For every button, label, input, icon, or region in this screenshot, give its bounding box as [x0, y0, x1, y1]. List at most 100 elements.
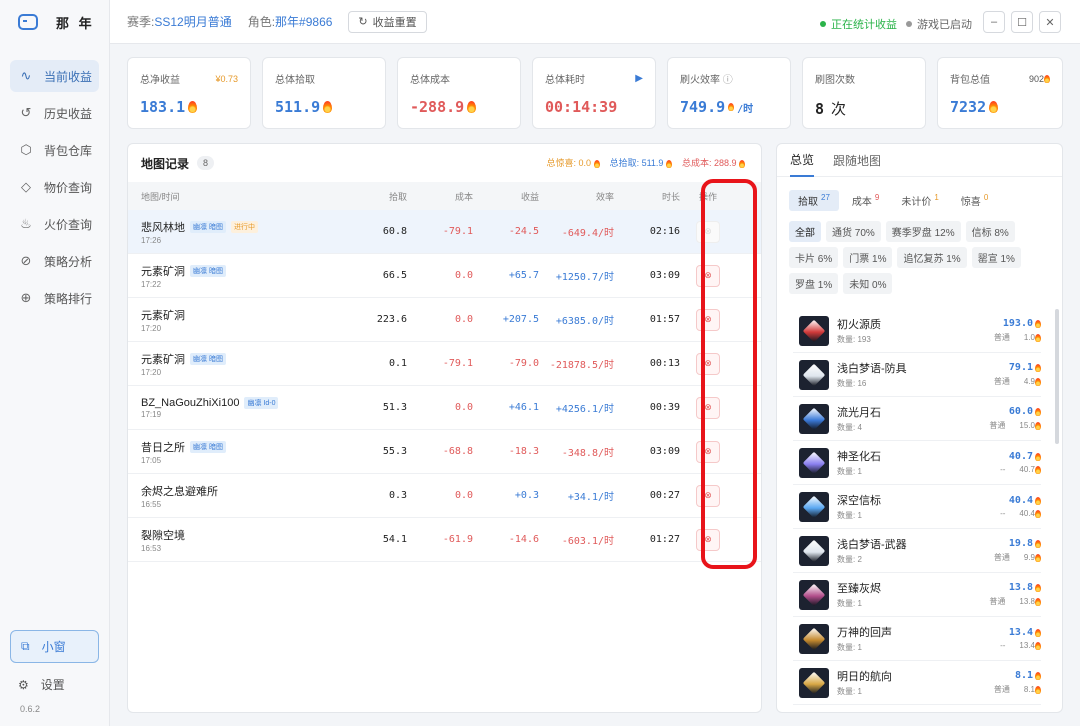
item-icon — [799, 535, 829, 566]
minimize-button[interactable]: – — [983, 11, 1005, 33]
sidebar-item-6[interactable]: ⊕ 策略排行 — [10, 282, 99, 314]
season-value[interactable]: SS12明月普通 — [154, 13, 231, 30]
item-value: 8.1 — [1014, 670, 1033, 681]
item-value: 13.8 — [1008, 582, 1033, 593]
delete-record-button[interactable]: ⊗ — [696, 484, 720, 507]
tab-0[interactable]: 总览 — [790, 144, 815, 177]
subtab-3[interactable]: 惊喜 0 — [952, 190, 997, 211]
tab-1[interactable]: 跟随地图 — [833, 144, 881, 177]
subtab-label: 惊喜 — [960, 197, 981, 208]
category-filters: 全部 通货 70% 赛季罗盘 12% 信标 8% 卡片 6% 门票 1% 追忆复苏 1% 罂宣… — [777, 211, 1047, 294]
list-item[interactable]: 至臻灰烬 数量: 1 13.8 普通 13.8 — [793, 573, 1041, 617]
filter-chip[interactable]: 罂宣 1% — [971, 247, 1021, 268]
subtab-2[interactable]: 未计价 1 — [892, 190, 947, 211]
delete-record-button: ⊗ — [696, 220, 720, 243]
remove-circle-icon: ⊗ — [704, 226, 712, 236]
filter-chip[interactable]: 信标 8% — [965, 221, 1015, 242]
item-list-scrollbar[interactable] — [1055, 309, 1059, 444]
item-info: 初火源质 数量: 193 — [837, 316, 961, 345]
row-map-name-line: 昔日之所 幽凛 暗图 — [141, 439, 363, 455]
map-records-summary: 总惊喜: 0.0 总拾取: 511.9 总成本: 288.9 — [547, 156, 745, 169]
status-dot-icon — [906, 21, 912, 27]
table-row[interactable]: 元素矿洞 幽凛 暗图 17:22 66.5 0.0 +65.7 +1250.7/时 03:09… — [128, 254, 761, 298]
role-value[interactable]: 那年#9866 — [275, 13, 332, 30]
filter-chip[interactable]: 全部 — [789, 221, 821, 242]
card-total-time: 总体耗时 ▶ 00:14:39 — [532, 57, 656, 129]
table-row[interactable]: 余烬之息避难所 16:55 0.3 0.0 +0.3 +34.1/时 00:27 ⊗ — [128, 474, 761, 518]
delete-record-button[interactable]: ⊗ — [696, 440, 720, 463]
sidebar-item-3[interactable]: ◇ 物价查询 — [10, 171, 99, 203]
row-efficiency: +4256.1/时 — [555, 404, 614, 415]
close-button[interactable]: ✕ — [1039, 11, 1061, 33]
subtab-0[interactable]: 拾取 27 — [789, 190, 839, 211]
sidebar-item-label: 物价查询 — [44, 180, 93, 195]
list-item[interactable]: 神圣化石 数量: 1 40.7 -- 40.7 — [793, 441, 1041, 485]
table-row[interactable]: 元素矿洞 17:20 223.6 0.0 +207.5 +6385.0/时 01:57 ⊗ — [128, 298, 761, 342]
filter-chip[interactable]: 卡片 6% — [789, 247, 839, 268]
row-income: +65.7 — [508, 270, 539, 281]
item-value-line: 79.1 — [961, 362, 1041, 373]
map-records-title: 地图记录 — [141, 156, 190, 171]
item-value-line: 8.1 — [961, 670, 1041, 681]
sidebar-item-5[interactable]: ⊘ 策略分析 — [10, 245, 99, 277]
sidebar-item-0[interactable]: ∿ 当前收益 — [10, 60, 99, 92]
filter-chip[interactable]: 赛季罗盘 12% — [885, 221, 961, 242]
delete-record-button[interactable]: ⊗ — [696, 352, 720, 375]
delete-record-button[interactable]: ⊗ — [696, 528, 720, 551]
mini-window-button[interactable]: ⧉ 小窗 — [10, 630, 99, 663]
list-item[interactable]: 深空信标 数量: 1 40.4 -- 40.4 — [793, 485, 1041, 529]
list-item[interactable]: 浅白梦语-武器 数量: 2 19.8 普通 9.9 — [793, 529, 1041, 573]
map-records-list: 悲风林地 幽凛 暗图 进行中 17:26 60.8 -79.1 -24.5 -649.4/时 0… — [128, 210, 761, 562]
item-sub-line: 普通 1.0 — [961, 332, 1041, 343]
filter-chip[interactable]: 追忆复苏 1% — [897, 247, 967, 268]
delete-record-button[interactable]: ⊗ — [696, 396, 720, 419]
item-value-line: 60.0 — [961, 406, 1041, 417]
item-name: 深空信标 — [837, 495, 881, 507]
card-title: 刷图次数 — [815, 75, 855, 86]
sidebar-item-2[interactable]: ⬡ 背包仓库 — [10, 134, 99, 166]
fire-icon — [1044, 75, 1050, 84]
row-tag: 幽凛 暗图 — [190, 264, 226, 277]
list-item[interactable]: 万神的回声 数量: 1 13.4 -- 13.4 — [793, 617, 1041, 661]
table-row[interactable]: 昔日之所 幽凛 暗图 17:05 55.3 -68.8 -18.3 -348.8/时 03:0… — [128, 430, 761, 474]
fire-icon — [1035, 319, 1041, 328]
delete-record-button[interactable]: ⊗ — [696, 264, 720, 287]
sidebar: 那 年 ∿ 当前收益 ↺ 历史收益 ⬡ 背包仓库 ◇ 物价查询 ♨ 火价查询 ⊘ 策略分析 ⊕ 策略排行 … — [0, 0, 110, 726]
filter-chip[interactable]: 通货 70% — [826, 221, 881, 242]
row-map-name-line: 元素矿洞 — [141, 307, 363, 323]
item-value-line: 13.4 — [961, 627, 1041, 638]
card-unit: 次 — [831, 101, 847, 118]
maximize-button[interactable]: ☐ — [1011, 11, 1033, 33]
card-efficiency: 刷火效率 ⓘ 749.9/时 — [667, 57, 791, 129]
sidebar-item-1[interactable]: ↺ 历史收益 — [10, 97, 99, 129]
list-item[interactable]: 浅白梦语-防具 数量: 16 79.1 普通 4.9 — [793, 353, 1041, 397]
close-icon: ✕ — [1045, 16, 1055, 29]
sidebar-item-4[interactable]: ♨ 火价查询 — [10, 208, 99, 240]
delete-record-button[interactable]: ⊗ — [696, 308, 720, 331]
table-row[interactable]: 元素矿洞 幽凛 暗图 17:20 0.1 -79.1 -79.0 -21878.5/时 00:… — [128, 342, 761, 386]
list-item[interactable]: 流光月石 数量: 4 60.0 普通 15.0 — [793, 397, 1041, 441]
table-row[interactable]: 裂隙空境 16:53 54.1 -61.9 -14.6 -603.1/时 01:27 ⊗ — [128, 518, 761, 562]
table-row[interactable]: 悲风林地 幽凛 暗图 进行中 17:26 60.8 -79.1 -24.5 -649.4/时 0… — [128, 210, 761, 254]
list-item[interactable]: 明日的航向 数量: 1 8.1 普通 8.1 — [793, 661, 1041, 705]
item-values: 79.1 普通 4.9 — [961, 362, 1041, 387]
settings-button[interactable]: ⚙ 设置 — [18, 676, 65, 693]
item-quality: -- — [1000, 509, 1006, 518]
filter-chip[interactable]: 未知 0% — [843, 273, 893, 294]
item-unit-price-line: 8.1 — [1024, 685, 1041, 694]
reset-income-button[interactable]: ↻ 收益重置 — [348, 10, 427, 33]
help-icon[interactable]: ⓘ — [723, 75, 733, 86]
item-quantity: 数量: 1 — [837, 467, 862, 476]
card-total-pickup: 总体拾取 511.9 — [262, 57, 386, 129]
filter-chip[interactable]: 罗盘 1% — [789, 273, 839, 294]
remove-circle-icon: ⊗ — [704, 314, 712, 324]
row-map-name: 悲风林地 — [141, 221, 185, 234]
filter-chip[interactable]: 门票 1% — [843, 247, 893, 268]
fire-icon — [1035, 452, 1041, 461]
item-unit-price-line: 1.0 — [1024, 333, 1041, 342]
subtab-1[interactable]: 成本 9 — [843, 190, 888, 211]
fire-icon — [1035, 407, 1041, 416]
table-row[interactable]: BZ_NaGouZhiXi100 幽凛 Id-0 17:19 51.3 0.0 +46.1… — [128, 386, 761, 430]
play-icon[interactable]: ▶ — [635, 73, 643, 84]
list-item[interactable]: 初火源质 数量: 193 193.0 普通 1.0 — [793, 309, 1041, 353]
